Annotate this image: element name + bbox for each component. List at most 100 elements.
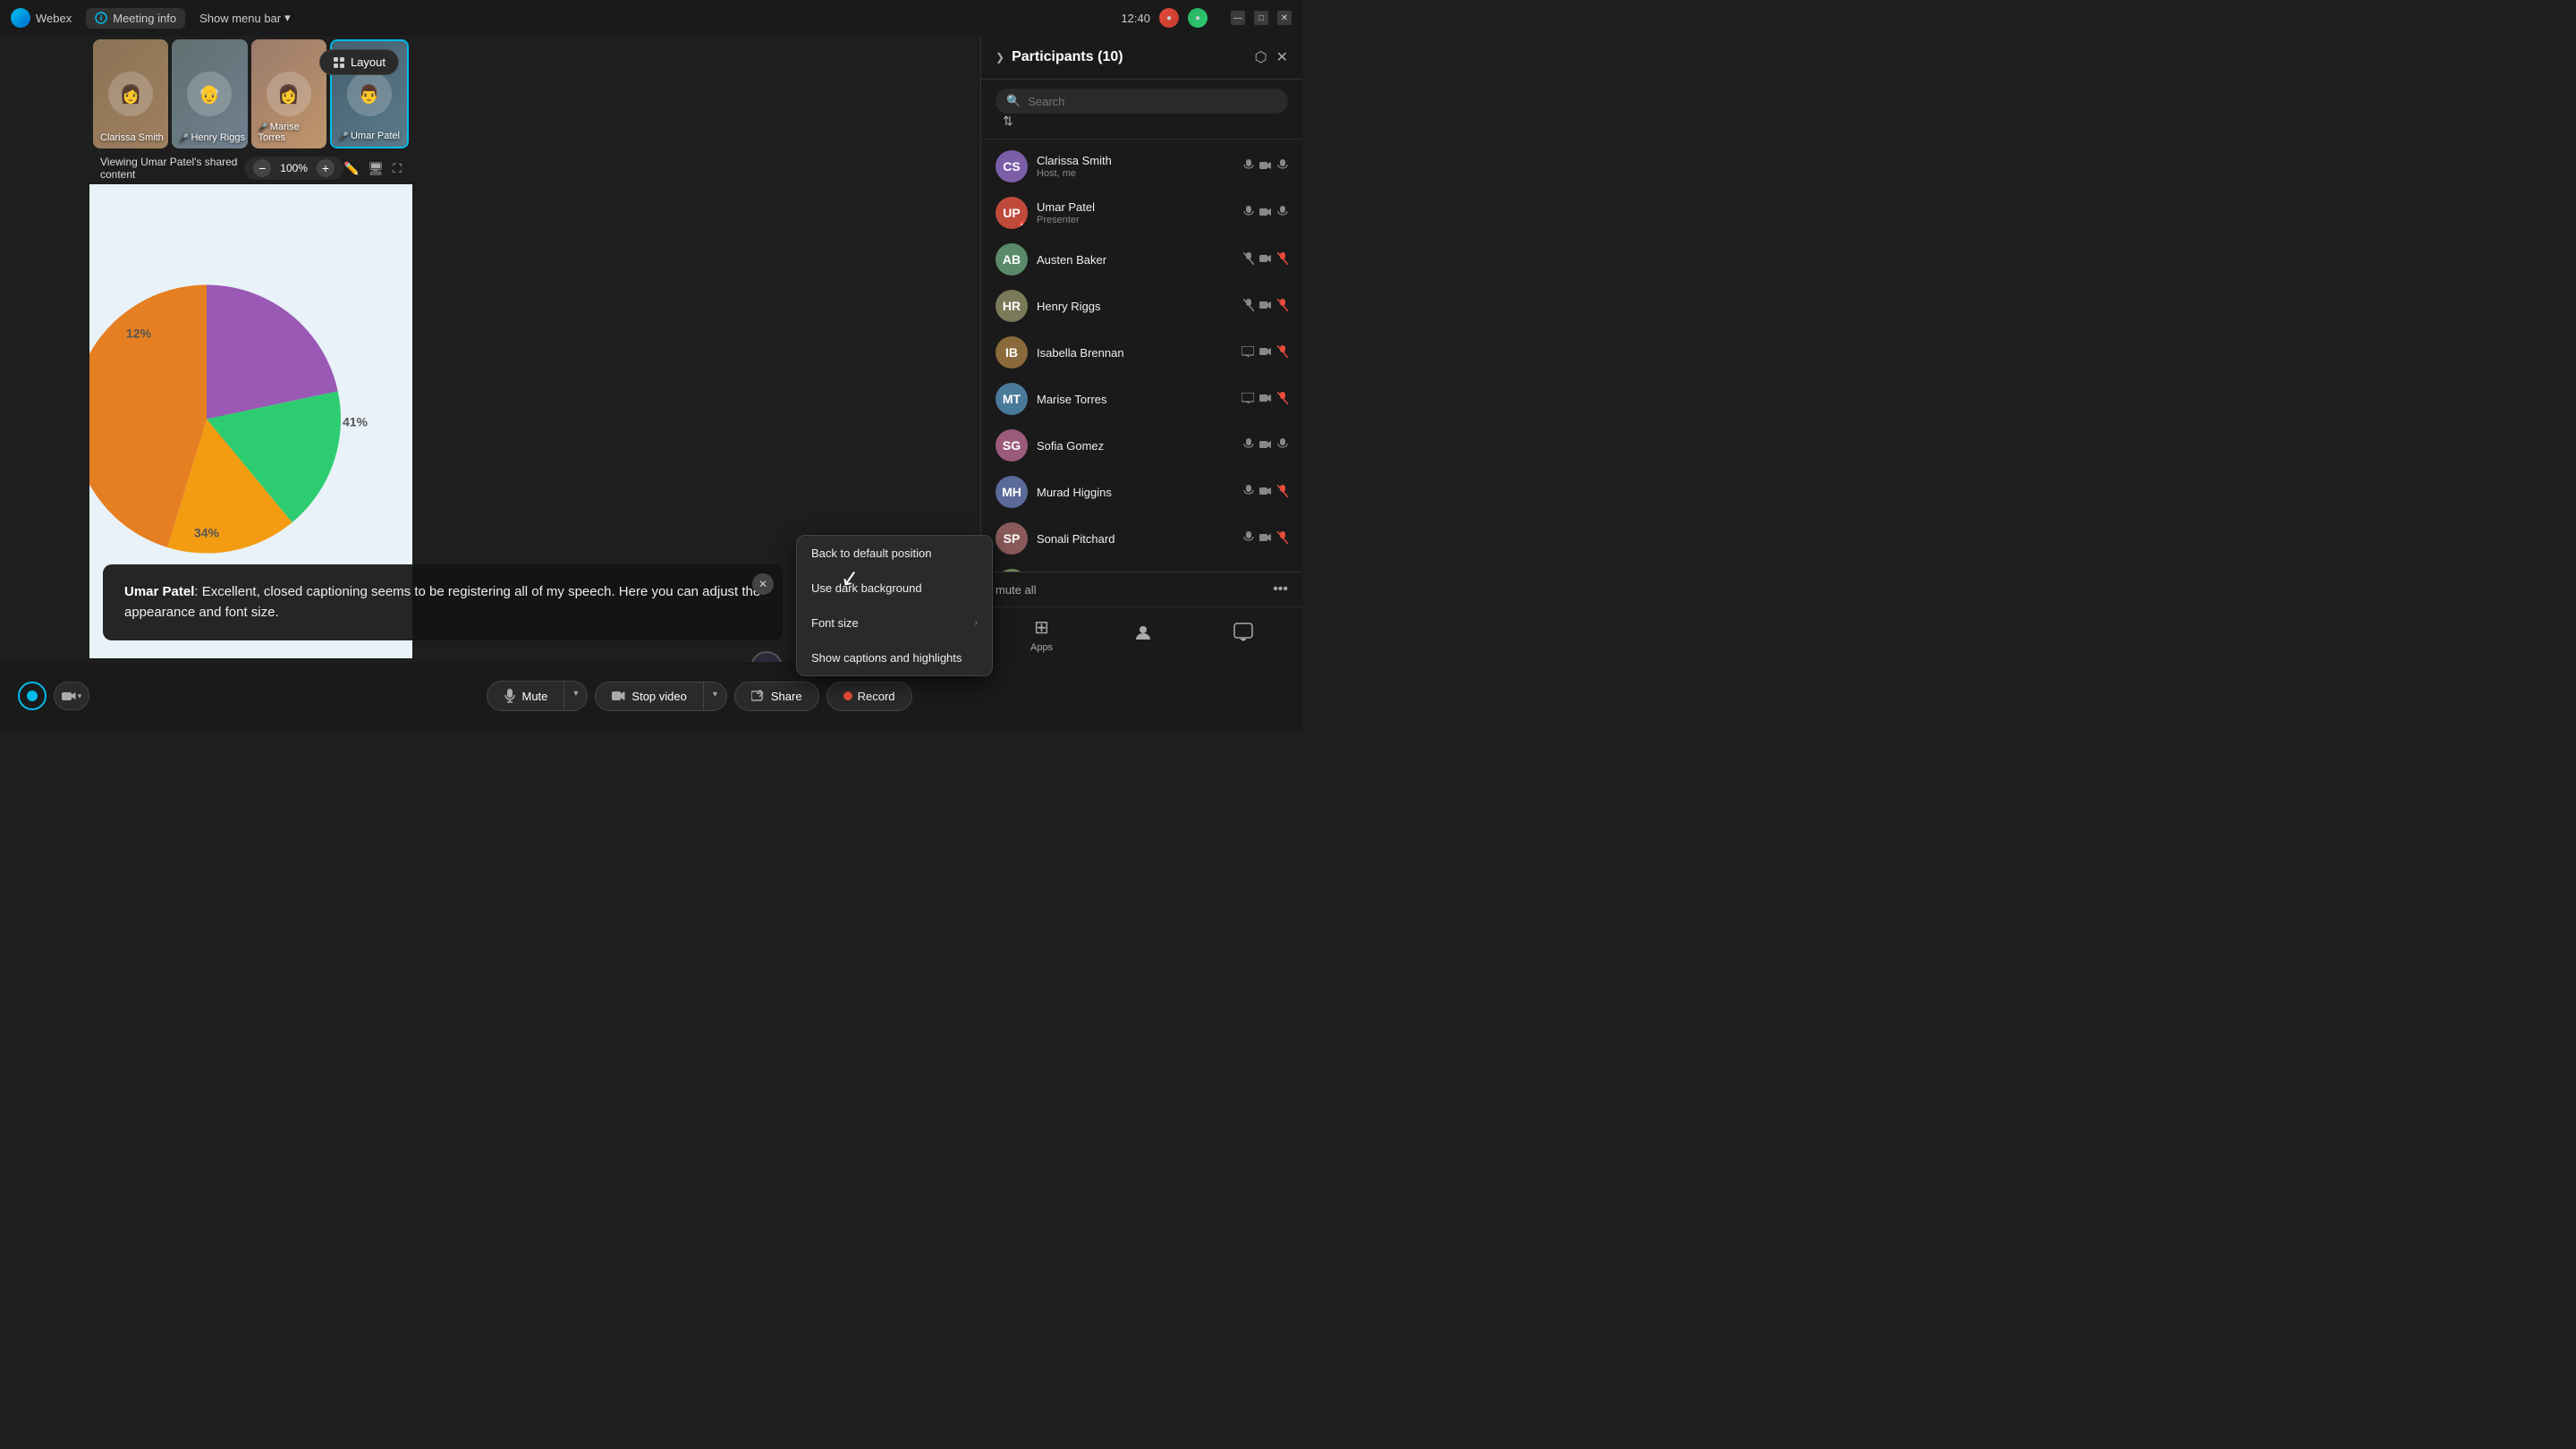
- participant-item-sofia[interactable]: SG Sofia Gomez: [981, 422, 1302, 469]
- context-menu-item-show-captions[interactable]: Show captions and highlights: [797, 640, 992, 675]
- context-menu: Back to default position Use dark backgr…: [796, 535, 993, 676]
- participant-icons-marise: [1241, 392, 1288, 407]
- pie-label-34: 34%: [194, 526, 219, 540]
- thumbnail-name-marise: 🎤Marise Torres: [258, 122, 326, 143]
- participant-item-sonali[interactable]: SP Sonali Pitchard: [981, 515, 1302, 562]
- participant-name-murad: Murad Higgins: [1037, 486, 1234, 499]
- participants-footer-btn[interactable]: [1133, 623, 1153, 648]
- avatar-clarissa: CS: [996, 150, 1028, 182]
- avatar-murad: MH: [996, 476, 1028, 508]
- caption-speaker: Umar Patel: [124, 584, 194, 599]
- participant-item-matthew[interactable]: MB Matthew Baker: [981, 562, 1302, 572]
- participant-count: (10): [1097, 49, 1123, 64]
- context-menu-item-dark-bg[interactable]: Use dark background: [797, 571, 992, 606]
- sidebar-footer: ⊞ Apps: [981, 606, 1302, 662]
- avatar-marise: MT: [996, 383, 1028, 415]
- webex-label: Webex: [36, 12, 72, 25]
- participant-name-austen: Austen Baker: [1037, 253, 1234, 267]
- sidebar-header-right: ⬡ ✕: [1255, 48, 1288, 66]
- participant-icons-umar: [1243, 206, 1288, 221]
- person-henry: 👴: [187, 72, 232, 116]
- share-btn[interactable]: Share: [734, 682, 819, 711]
- record-btn[interactable]: Record: [826, 682, 912, 711]
- audio-icon-clarissa: [1277, 159, 1288, 174]
- mute-chevron-btn[interactable]: ▾: [564, 681, 588, 711]
- screen-share-icon[interactable]: 🖥: [368, 161, 384, 176]
- share-label: Share: [771, 690, 802, 703]
- participant-info-clarissa: Clarissa Smith Host, me: [1037, 154, 1234, 179]
- bottom-toolbar: ▾ Mute ▾ Stop vid: [0, 662, 1302, 730]
- thumbnail-marise[interactable]: 👩 🎤Marise Torres: [251, 39, 326, 148]
- maximize-btn[interactable]: □: [1254, 11, 1268, 25]
- minimize-btn[interactable]: —: [1231, 11, 1245, 25]
- participants-chevron[interactable]: ❯: [996, 51, 1004, 64]
- mic-icon-sonali: [1243, 531, 1254, 547]
- chevron-right-icon: ›: [975, 618, 978, 628]
- sidebar-bottom-more-btn[interactable]: •••: [1273, 581, 1288, 597]
- participant-item-clarissa[interactable]: CS Clarissa Smith Host, me: [981, 143, 1302, 190]
- caption-close-btn[interactable]: ✕: [752, 573, 774, 595]
- video-icon: [612, 691, 626, 701]
- record-dot: [843, 691, 852, 700]
- camera-indicator-btn[interactable]: ▾: [54, 682, 89, 710]
- meeting-info-label: Meeting info: [113, 12, 176, 25]
- apps-btn[interactable]: ⊞ Apps: [1030, 616, 1053, 653]
- participant-item-murad[interactable]: MH Murad Higgins: [981, 469, 1302, 515]
- meeting-info-btn[interactable]: Meeting info: [86, 8, 185, 29]
- share-icon: [751, 690, 766, 702]
- fullscreen-icon[interactable]: ⛶: [393, 161, 402, 176]
- viewing-text: Viewing Umar Patel's shared content: [100, 156, 244, 181]
- video-icon-henry: [1259, 300, 1272, 312]
- participant-list: CS Clarissa Smith Host, me UP: [981, 140, 1302, 572]
- thumbnail-henry[interactable]: 👴 🎤Henry Riggs: [172, 39, 247, 148]
- show-menu-btn[interactable]: Show menu bar ▾: [199, 11, 291, 25]
- participant-item-umar[interactable]: UP ▶ Umar Patel Presenter: [981, 190, 1302, 236]
- thumbnail-clarissa[interactable]: 👩 Clarissa Smith: [93, 39, 168, 148]
- sidebar-title: Participants (10): [1012, 49, 1123, 65]
- mute-all-btn[interactable]: mute all: [996, 583, 1037, 597]
- view-icons: ✏️ 🖥 ⛶: [343, 161, 402, 176]
- stop-video-btn-group: Stop video ▾: [595, 682, 726, 711]
- layout-btn[interactable]: Layout: [319, 49, 399, 75]
- participant-icons-clarissa: [1243, 159, 1288, 174]
- chevron-camera: ▾: [78, 691, 82, 701]
- stop-video-chevron-btn[interactable]: ▾: [704, 682, 727, 711]
- close-btn[interactable]: ✕: [1277, 11, 1292, 25]
- participant-icons-henry: [1243, 299, 1288, 314]
- audio-muted-icon-henry: [1277, 299, 1288, 314]
- participant-item-isabella[interactable]: IB Isabella Brennan: [981, 329, 1302, 376]
- video-icon-murad: [1259, 486, 1272, 498]
- participant-item-marise[interactable]: MT Marise Torres: [981, 376, 1302, 422]
- participant-item-austen[interactable]: AB Austen Baker: [981, 236, 1302, 283]
- participant-icons-austen: [1243, 252, 1288, 267]
- popout-icon[interactable]: ⬡: [1255, 48, 1267, 66]
- stop-video-btn[interactable]: Stop video: [595, 682, 703, 711]
- microphone-icon: [504, 689, 516, 703]
- video-icon-isabella: [1259, 346, 1272, 359]
- chat-footer-btn[interactable]: [1233, 623, 1253, 648]
- thumbnail-name-clarissa: Clarissa Smith: [100, 132, 164, 143]
- sort-btn[interactable]: ⇅: [1003, 114, 1013, 128]
- webex-logo: [11, 8, 30, 28]
- status-indicator: [18, 682, 47, 710]
- audio-muted-icon-murad: [1277, 485, 1288, 500]
- person-marise: 👩: [267, 72, 311, 116]
- mute-btn[interactable]: Mute: [487, 681, 564, 711]
- participant-info-murad: Murad Higgins: [1037, 486, 1234, 499]
- participant-name-isabella: Isabella Brennan: [1037, 346, 1233, 360]
- zoom-out-btn[interactable]: −: [253, 159, 271, 177]
- avatar-austen: AB: [996, 243, 1028, 275]
- zoom-in-btn[interactable]: +: [317, 159, 335, 177]
- search-input[interactable]: [1028, 95, 1277, 108]
- context-menu-item-font-size[interactable]: Font size ›: [797, 606, 992, 640]
- context-menu-item-back-default[interactable]: Back to default position: [797, 536, 992, 571]
- participant-info-marise: Marise Torres: [1037, 393, 1233, 406]
- participant-item-henry[interactable]: HR Henry Riggs: [981, 283, 1302, 329]
- show-menu-label: Show menu bar: [199, 12, 281, 25]
- sidebar-close-btn[interactable]: ✕: [1276, 48, 1288, 66]
- toolbar-center: Mute ▾ Stop video ▾ Share: [114, 681, 1284, 711]
- audio-icon-umar: [1277, 206, 1288, 221]
- avatar-umar: UP ▶: [996, 197, 1028, 229]
- apps-label: Apps: [1030, 642, 1053, 653]
- annotate-icon[interactable]: ✏️: [343, 161, 359, 176]
